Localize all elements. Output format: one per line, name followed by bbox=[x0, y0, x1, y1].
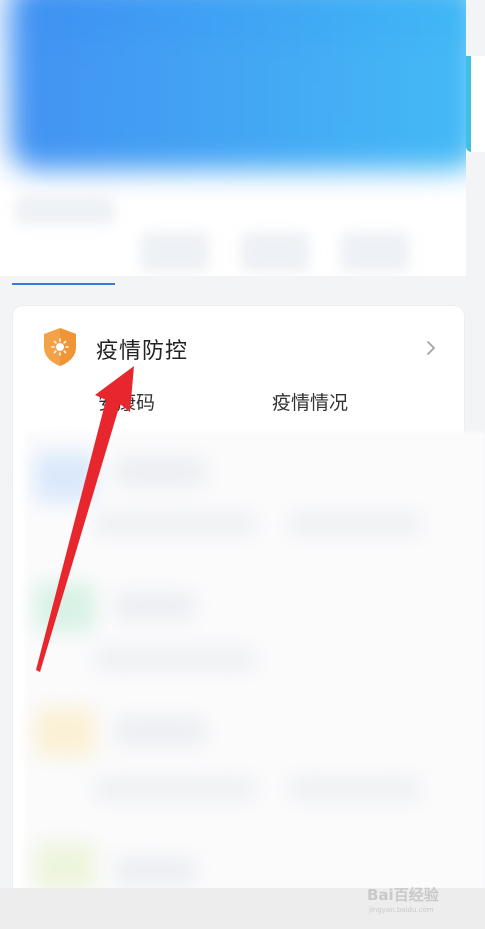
blurred-tab[interactable] bbox=[340, 232, 410, 272]
blurred-text[interactable] bbox=[95, 777, 255, 801]
blurred-text[interactable] bbox=[290, 777, 420, 801]
blurred-icon bbox=[35, 452, 95, 502]
blurred-tab[interactable] bbox=[240, 232, 310, 272]
epidemic-status-link[interactable]: 疫情情况 bbox=[272, 388, 348, 415]
ankang-code-link[interactable]: 安康码 bbox=[98, 388, 155, 415]
blurred-label bbox=[15, 195, 115, 225]
blurred-icon bbox=[35, 582, 95, 632]
blurred-text[interactable] bbox=[290, 512, 420, 536]
chevron-right-icon[interactable] bbox=[423, 340, 439, 356]
active-tab-indicator bbox=[12, 283, 115, 285]
blurred-tab[interactable] bbox=[140, 232, 210, 272]
blurred-text[interactable] bbox=[95, 647, 255, 671]
blurred-top-banner-area bbox=[0, 0, 466, 276]
blurred-icon bbox=[35, 842, 95, 892]
blurred-text[interactable] bbox=[95, 512, 255, 536]
card-title[interactable]: 疫情防控 bbox=[96, 333, 188, 365]
blurred-text bbox=[115, 857, 195, 885]
watermark-url: jingyan.baidu.com bbox=[368, 906, 434, 914]
watermark-brand: Bai百经验 bbox=[367, 886, 440, 904]
blurred-text bbox=[115, 457, 205, 487]
blurred-service-list bbox=[25, 432, 485, 902]
blurred-banner[interactable] bbox=[10, 0, 466, 170]
baidu-jingyan-watermark: Bai百经验 jingyan.baidu.com bbox=[367, 886, 440, 914]
shield-icon bbox=[44, 328, 76, 366]
blurred-text bbox=[115, 592, 195, 620]
side-panel-edge bbox=[466, 56, 485, 152]
blurred-text bbox=[115, 717, 205, 745]
blurred-icon bbox=[35, 707, 95, 757]
